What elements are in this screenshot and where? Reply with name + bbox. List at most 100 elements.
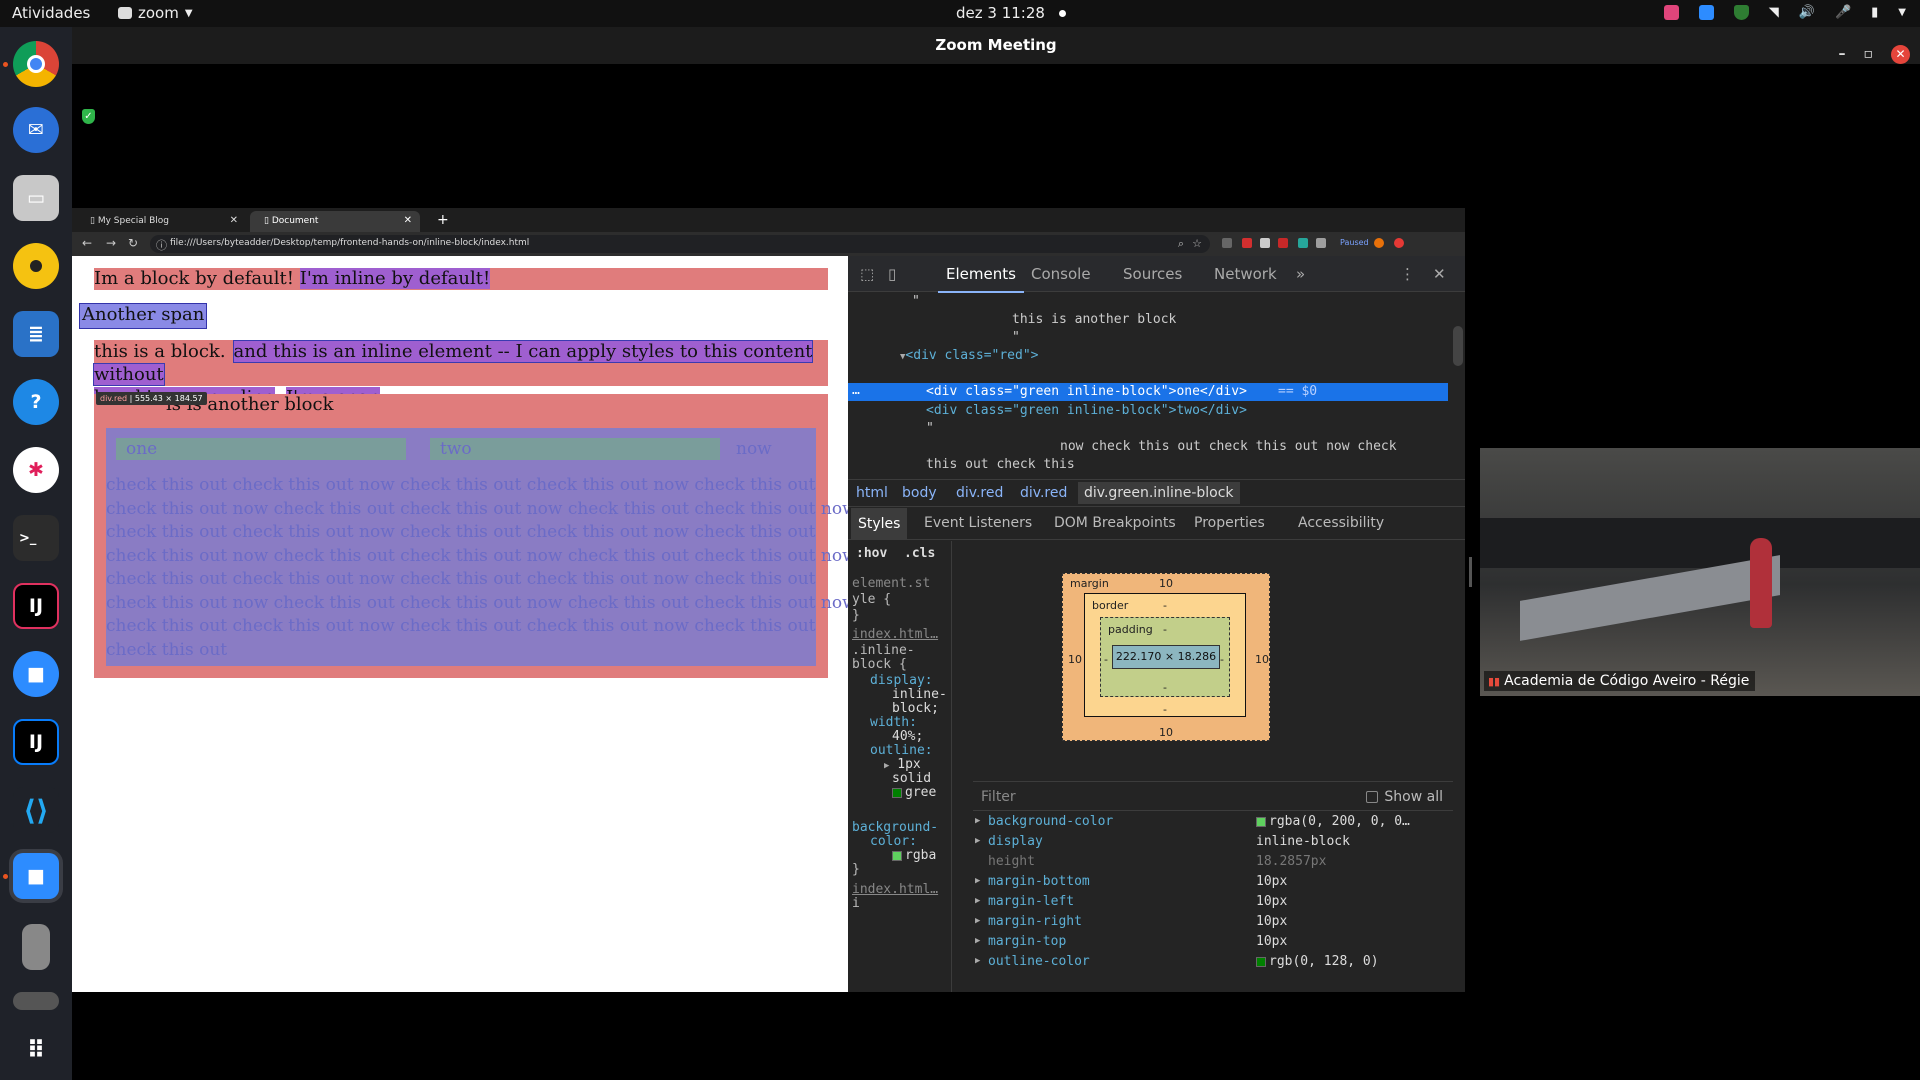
expand-triangle-icon[interactable]: ▶ (975, 836, 980, 846)
color-swatch-icon[interactable] (1256, 956, 1266, 967)
expand-triangle-icon[interactable]: ▶ (975, 936, 980, 946)
zoom-active-dock-icon[interactable]: ■ (13, 853, 59, 899)
encryption-shield-icon[interactable]: ✓ (82, 109, 95, 124)
tab-my-special-blog[interactable]: ▯ My Special Blog ✕ (76, 211, 246, 232)
maximize-button[interactable]: ▫ (1864, 36, 1874, 73)
extension-teal-icon[interactable] (1298, 238, 1308, 248)
removable-drive-dock-icon[interactable] (22, 924, 50, 970)
selected-dom-node[interactable]: … <div class="green inline-block">one</d… (848, 383, 1448, 401)
terminal-dock-icon[interactable]: >_ (13, 515, 59, 561)
expand-triangle-icon[interactable]: ▶ (975, 876, 980, 886)
tab-network[interactable]: Network (1214, 265, 1277, 283)
computed-row[interactable]: ▶ margin-left 10px (973, 894, 1453, 911)
new-tab-button[interactable]: + (437, 212, 449, 228)
kebab-menu-icon[interactable]: ⋮ (1400, 265, 1415, 283)
bg-property[interactable]: background- (852, 820, 938, 835)
expand-triangle-icon[interactable]: ▶ (884, 761, 889, 771)
breadcrumb-div-red-inner[interactable]: div.red (1020, 485, 1067, 501)
bg-value[interactable]: rgba (892, 848, 936, 863)
hov-toggle[interactable]: :hov (856, 546, 887, 561)
close-tab-icon[interactable]: ✕ (230, 215, 238, 226)
tab-accessibility[interactable]: Accessibility (1298, 515, 1384, 531)
margin-top-value[interactable]: 10 (1159, 577, 1173, 590)
breadcrumb-current[interactable]: div.green.inline-block (1078, 482, 1240, 504)
outline-value[interactable]: ▶ 1px (884, 757, 921, 772)
clock[interactable]: dez 3 11:28 (956, 4, 1066, 22)
shield-tray-icon[interactable] (1733, 5, 1749, 20)
computed-row[interactable]: ▶ margin-right 10px (973, 914, 1453, 931)
computed-row[interactable]: ▶ margin-bottom 10px (973, 874, 1453, 891)
show-applications-icon[interactable]: ⠿ (13, 1027, 59, 1073)
bg-property[interactable]: color: (870, 834, 917, 849)
forward-icon[interactable]: → (106, 236, 116, 250)
padding-left-value[interactable]: - (1104, 653, 1108, 666)
margin-right-value[interactable]: 10 (1255, 653, 1269, 666)
checkbox-icon[interactable] (1366, 791, 1379, 803)
extension-gear-icon[interactable] (1260, 238, 1270, 248)
inspect-element-icon[interactable]: ⬚ (860, 265, 874, 283)
expand-triangle-icon[interactable]: ▶ (975, 916, 980, 926)
close-button[interactable]: ✕ (1891, 45, 1910, 64)
ellipsis-icon[interactable]: … (852, 383, 860, 398)
border-top-value[interactable]: - (1163, 599, 1167, 612)
computed-row[interactable]: ▶ background-color rgba(0, 200, 0, 0… (973, 814, 1453, 831)
chrome-dock-icon[interactable] (13, 41, 59, 87)
battery-icon[interactable]: ▮ (1871, 5, 1878, 20)
files-dock-icon[interactable]: ▭ (13, 175, 59, 221)
breadcrumb-html[interactable]: html (856, 485, 888, 501)
system-menu-chevron-icon[interactable]: ▼ (1898, 7, 1906, 18)
margin-bottom-value[interactable]: 10 (1159, 726, 1173, 739)
cls-toggle[interactable]: .cls (904, 546, 935, 561)
video-resize-handle[interactable] (1469, 557, 1472, 587)
breadcrumb-div-red[interactable]: div.red (956, 485, 1003, 501)
width-value[interactable]: 40%; (892, 729, 923, 744)
vscode-dock-icon[interactable]: ⟨⟩ (13, 787, 59, 833)
device-toolbar-icon[interactable]: ▯ (888, 265, 896, 283)
border-bottom-value[interactable]: - (1163, 703, 1167, 716)
computed-row[interactable]: ▶ outline-color rgb(0, 128, 0) (973, 954, 1453, 971)
volume-icon[interactable]: 🔊 (1799, 5, 1815, 20)
padding-top-value[interactable]: - (1163, 623, 1167, 636)
text-node[interactable]: this is another block (1012, 312, 1176, 327)
color-swatch-icon[interactable] (1256, 816, 1266, 827)
minimize-button[interactable]: – (1839, 36, 1846, 73)
tab-styles[interactable]: Styles (851, 508, 908, 540)
text-node[interactable]: this out check this (926, 457, 1075, 472)
expand-triangle-icon[interactable]: ▶ (975, 816, 980, 826)
back-icon[interactable]: ← (82, 236, 92, 250)
margin-left-value[interactable]: 10 (1068, 653, 1082, 666)
display-property[interactable]: display: (870, 673, 933, 688)
extension-gray-icon[interactable] (1316, 238, 1326, 248)
libreoffice-writer-dock-icon[interactable]: ≣ (13, 311, 59, 357)
source-link[interactable]: index.html… (852, 882, 938, 897)
text-node[interactable]: now check this out check this out now ch… (1060, 439, 1397, 454)
expand-triangle-icon[interactable]: ▶ (975, 956, 980, 966)
slack-dock-icon[interactable]: ✱ (13, 447, 59, 493)
thunderbird-dock-icon[interactable]: ✉ (13, 107, 59, 153)
tab-document[interactable]: ▯ Document ✕ (250, 211, 420, 232)
expand-triangle-icon[interactable]: ▶ (975, 896, 980, 906)
slack-tray-icon[interactable] (1663, 5, 1679, 20)
app-menu[interactable]: zoom ▼ (118, 4, 193, 22)
source-link[interactable]: index.html… (852, 627, 938, 642)
padding-bottom-value[interactable]: - (1163, 681, 1167, 694)
dom-node-div-two[interactable]: <div class="green inline-block">two</div… (926, 403, 1247, 418)
update-icon[interactable] (1394, 238, 1404, 248)
width-property[interactable]: width: (870, 715, 917, 730)
padding-right-value[interactable]: - (1220, 653, 1224, 666)
reload-icon[interactable]: ↻ (128, 236, 138, 250)
paused-label[interactable]: Paused (1340, 238, 1369, 247)
wifi-icon[interactable]: ◥ (1769, 5, 1779, 20)
computed-filter-input[interactable]: Filter Show all (973, 781, 1453, 811)
content-box[interactable]: 222.170 × 18.286 (1112, 645, 1220, 669)
profile-avatar[interactable] (1374, 238, 1384, 248)
computed-row[interactable]: ▶ margin-top 10px (973, 934, 1453, 951)
zoom-tray-icon[interactable] (1698, 5, 1714, 20)
close-tab-icon[interactable]: ✕ (404, 215, 412, 226)
more-tabs-button[interactable]: » (1296, 265, 1305, 283)
bookmark-star-icon[interactable]: ☆ (1192, 237, 1202, 250)
help-dock-icon[interactable]: ? (13, 379, 59, 425)
tab-properties[interactable]: Properties (1194, 515, 1265, 531)
extension-red-icon[interactable] (1278, 238, 1288, 248)
zoom-icon[interactable]: ⌕ (1178, 237, 1184, 251)
